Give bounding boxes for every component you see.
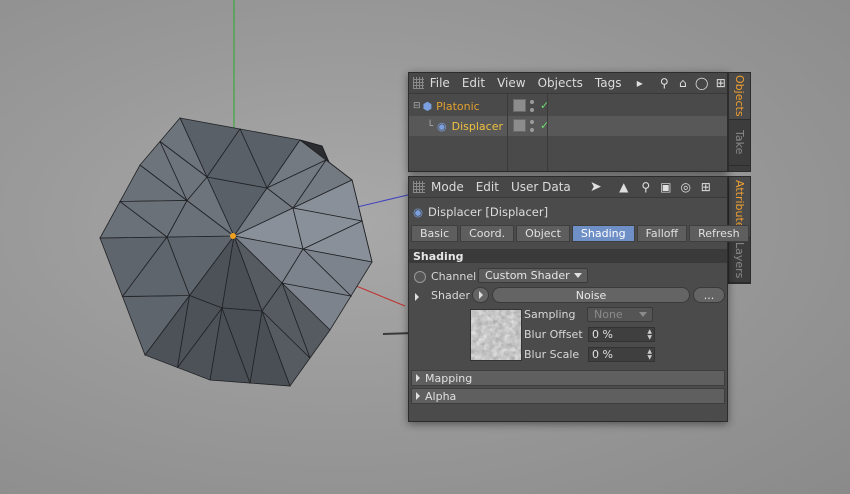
platonic-layer-toggles: ✓ — [513, 99, 549, 112]
column-divider[interactable] — [507, 94, 508, 171]
chevron-down-icon — [639, 312, 647, 317]
tab-coord[interactable]: Coord. — [460, 225, 515, 242]
menu-mode[interactable]: Mode — [431, 180, 464, 194]
eye-icon[interactable]: ◯ — [695, 76, 708, 90]
up-arrow-icon[interactable]: ▲ — [617, 180, 631, 194]
channel-value: Custom Shader — [485, 269, 570, 282]
expand-triangle-icon[interactable] — [415, 291, 424, 304]
group-alpha[interactable]: Alpha — [411, 388, 725, 404]
object-name-platonic[interactable]: Platonic — [436, 100, 480, 113]
target-icon[interactable]: ◎ — [679, 180, 693, 194]
animation-keyframe-icon[interactable] — [414, 271, 426, 283]
new-window-icon[interactable]: ⊞ — [699, 180, 713, 194]
sampling-value: None — [594, 308, 623, 321]
layer-color-box[interactable] — [513, 119, 526, 132]
displacer-deformer-icon: ◉ — [413, 205, 424, 219]
home-icon[interactable]: ⌂ — [677, 76, 690, 90]
back-arrow-icon[interactable]: ➤ — [589, 179, 603, 195]
menu-edit[interactable]: Edit — [476, 180, 499, 194]
sampling-label: Sampling — [524, 308, 576, 321]
object-manager-panel: File Edit View Objects Tags ▸ ⚲ ⌂ ◯ ⊞ ⊟ … — [408, 72, 728, 172]
blur-scale-value: 0 % — [592, 348, 613, 361]
menu-view[interactable]: View — [497, 76, 525, 90]
shader-options-button[interactable] — [472, 287, 489, 303]
displaced-platonic-mesh[interactable] — [99, 117, 373, 387]
chevron-down-icon — [574, 273, 582, 278]
blur-scale-label: Blur Scale — [524, 348, 580, 361]
object-name-displacer[interactable]: Displacer — [452, 120, 503, 133]
column-divider[interactable] — [547, 94, 548, 171]
sampling-dropdown[interactable]: None — [587, 307, 653, 322]
blur-offset-value: 0 % — [592, 328, 613, 341]
blur-offset-field[interactable]: 0 % ▲ ▼ — [588, 327, 655, 342]
attribute-manager-menubar: Mode Edit User Data ➤ ▲ ⚲ ▣ ◎ ⊞ — [409, 177, 727, 198]
visibility-dots-icon[interactable] — [530, 99, 536, 112]
section-header-shading: Shading — [409, 249, 727, 263]
object-title-row: ◉ Displacer [Displacer] — [413, 205, 548, 219]
channel-dropdown[interactable]: Custom Shader — [478, 268, 588, 283]
tab-object[interactable]: Object — [516, 225, 570, 242]
menu-file[interactable]: File — [430, 76, 450, 90]
panel-grip-icon[interactable] — [413, 77, 424, 89]
lock-icon[interactable]: ▣ — [659, 180, 673, 194]
panel-grip-icon[interactable] — [413, 181, 425, 193]
blur-offset-label: Blur Offset — [524, 328, 583, 341]
menu-objects[interactable]: Objects — [538, 76, 583, 90]
attribute-tabs: Basic Coord. Object Shading Falloff Refr… — [411, 225, 751, 242]
tab-take[interactable]: Take — [729, 120, 750, 166]
shader-more-button[interactable]: ... — [693, 287, 725, 303]
platonic-object-icon: ⬢ — [422, 99, 433, 113]
visibility-dots-icon[interactable] — [530, 119, 536, 132]
play-arrow-icon[interactable]: ▸ — [633, 76, 646, 90]
object-row-displacer[interactable]: └ ◉ Displacer — [409, 116, 727, 136]
tab-shading[interactable]: Shading — [571, 225, 635, 242]
tab-falloff[interactable]: Falloff — [636, 225, 688, 242]
search-icon[interactable]: ⚲ — [639, 180, 653, 194]
expand-triangle-icon — [416, 374, 420, 382]
shader-label: Shader — [431, 289, 470, 302]
attribute-manager-panel: Mode Edit User Data ➤ ▲ ⚲ ▣ ◎ ⊞ ◉ Displa… — [408, 176, 749, 422]
tab-objects[interactable]: Objects — [729, 73, 750, 120]
blur-scale-field[interactable]: 0 % ▲ ▼ — [588, 347, 655, 362]
object-manager-menubar: File Edit View Objects Tags ▸ ⚲ ⌂ ◯ ⊞ — [409, 73, 727, 94]
tab-layers[interactable]: Layers — [729, 238, 750, 283]
object-row-platonic[interactable]: ⊟ ⬢ Platonic — [409, 96, 727, 116]
pivot-point — [230, 233, 236, 239]
search-icon[interactable]: ⚲ — [658, 76, 671, 90]
tab-basic[interactable]: Basic — [411, 225, 459, 242]
noise-preview-thumbnail — [470, 309, 522, 361]
menu-edit[interactable]: Edit — [462, 76, 485, 90]
stepper-arrows-icon[interactable]: ▲ ▼ — [647, 329, 652, 341]
collapse-icon[interactable]: ⊟ — [413, 101, 421, 111]
group-alpha-label: Alpha — [425, 389, 457, 403]
expand-triangle-icon — [416, 392, 420, 400]
displacer-deformer-icon: ◉ — [437, 119, 447, 133]
layer-color-box[interactable] — [513, 99, 526, 112]
stepper-arrows-icon[interactable]: ▲ ▼ — [647, 349, 652, 361]
menu-user-data[interactable]: User Data — [511, 180, 571, 194]
tab-refresh[interactable]: Refresh — [689, 225, 749, 242]
object-list: ⊟ ⬢ Platonic └ ◉ Displacer ✓ ✓ — [409, 94, 727, 171]
new-window-icon[interactable]: ⊞ — [714, 76, 727, 90]
group-mapping-label: Mapping — [425, 371, 473, 385]
displacer-layer-toggles: ✓ — [513, 119, 549, 132]
object-title: Displacer [Displacer] — [428, 205, 549, 219]
group-mapping[interactable]: Mapping — [411, 370, 725, 386]
hierarchy-line-icon: └ — [427, 120, 434, 132]
channel-label: Channel — [431, 270, 477, 283]
menu-tags[interactable]: Tags — [595, 76, 622, 90]
side-tabs-top: Objects Take — [728, 72, 751, 172]
shader-noise-button[interactable]: Noise — [492, 287, 690, 303]
